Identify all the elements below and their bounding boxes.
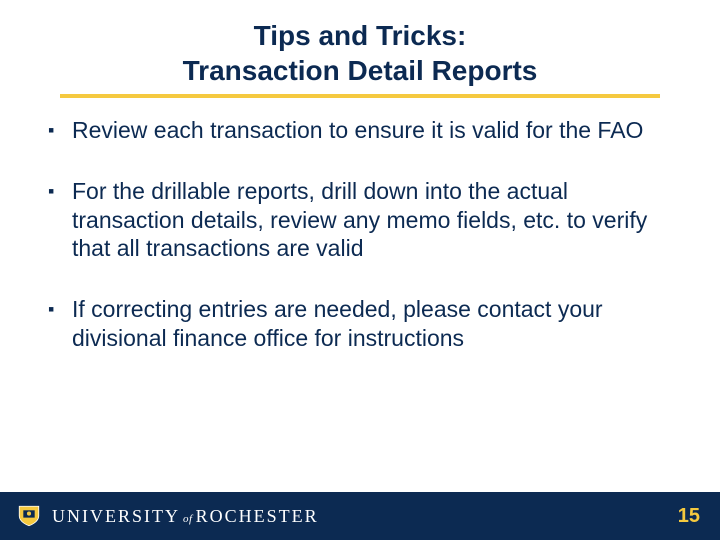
slide: Tips and Tricks: Transaction Detail Repo… (0, 0, 720, 540)
title-line-2: Transaction Detail Reports (0, 53, 720, 88)
footer-bar: UNIVERSITYofROCHESTER 15 (0, 492, 720, 540)
bullet-marker-icon: ▪ (48, 116, 58, 144)
bullet-marker-icon: ▪ (48, 177, 58, 205)
page-number: 15 (678, 505, 700, 528)
bullet-marker-icon: ▪ (48, 295, 58, 323)
crest-icon (16, 503, 42, 529)
slide-title: Tips and Tricks: Transaction Detail Repo… (0, 0, 720, 98)
brand-logo: UNIVERSITYofROCHESTER (16, 503, 319, 529)
brand-university: UNIVERSITY (52, 506, 180, 526)
brand-text: UNIVERSITYofROCHESTER (52, 506, 319, 527)
title-line-1: Tips and Tricks: (0, 18, 720, 53)
bullet-text: Review each transaction to ensure it is … (72, 116, 672, 145)
bullet-item: ▪ For the drillable reports, drill down … (48, 177, 672, 263)
brand-rochester: ROCHESTER (196, 506, 319, 526)
bullet-text: For the drillable reports, drill down in… (72, 177, 672, 263)
bullet-text: If correcting entries are needed, please… (72, 295, 672, 353)
brand-of: of (180, 513, 196, 525)
bullet-item: ▪ Review each transaction to ensure it i… (48, 116, 672, 145)
bullet-item: ▪ If correcting entries are needed, plea… (48, 295, 672, 353)
content-area: ▪ Review each transaction to ensure it i… (0, 98, 720, 353)
